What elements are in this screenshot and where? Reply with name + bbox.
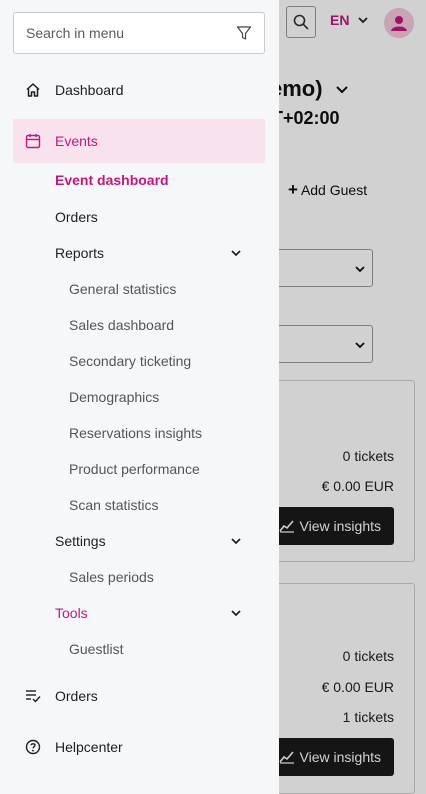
menu-item-settings[interactable]: Settings <box>55 527 250 555</box>
menu-item-helpcenter[interactable]: Helpcenter <box>13 725 265 769</box>
menu-item-tools[interactable]: Tools <box>55 599 250 627</box>
filter-icon[interactable] <box>236 25 252 41</box>
menu-search-box <box>13 12 265 54</box>
menu-item-orders[interactable]: Orders <box>13 674 265 718</box>
menu-item-sales-dashboard[interactable]: Sales dashboard <box>69 311 259 339</box>
menu-item-label: Events <box>55 133 98 149</box>
menu-item-general-statistics[interactable]: General statistics <box>69 275 259 303</box>
menu-item-reports[interactable]: Reports <box>55 239 250 267</box>
menu-item-label: Settings <box>55 533 106 549</box>
menu-item-product-performance[interactable]: Product performance <box>69 455 259 483</box>
menu-item-demographics[interactable]: Demographics <box>69 383 259 411</box>
menu-item-secondary-ticketing[interactable]: Secondary ticketing <box>69 347 259 375</box>
orders-list-icon <box>26 690 41 703</box>
home-icon <box>26 83 40 97</box>
menu-item-event-orders[interactable]: Orders <box>55 203 250 231</box>
menu-item-sales-periods[interactable]: Sales periods <box>69 563 259 591</box>
menu-item-guestlist[interactable]: Guestlist <box>69 635 259 663</box>
menu-item-label: Tools <box>55 605 88 621</box>
help-circle-icon <box>25 739 41 755</box>
menu-item-dashboard[interactable]: Dashboard <box>13 68 265 112</box>
side-menu: Dashboard Events Event dashboard Orders … <box>0 0 279 794</box>
chevron-down-icon <box>231 538 241 545</box>
menu-item-scan-statistics[interactable]: Scan statistics <box>69 491 259 519</box>
calendar-icon <box>25 134 41 149</box>
menu-item-label: Dashboard <box>55 82 124 98</box>
menu-item-reservations-insights[interactable]: Reservations insights <box>69 419 259 447</box>
menu-item-label: Reports <box>55 245 105 261</box>
menu-item-events[interactable]: Events <box>13 119 265 163</box>
menu-item-label: Orders <box>55 688 98 704</box>
chevron-down-icon <box>231 610 241 617</box>
chevron-down-icon <box>231 250 241 257</box>
menu-item-label: Helpcenter <box>55 739 123 755</box>
menu-search-input[interactable] <box>26 25 226 41</box>
menu-item-event-dashboard[interactable]: Event dashboard <box>55 166 250 194</box>
